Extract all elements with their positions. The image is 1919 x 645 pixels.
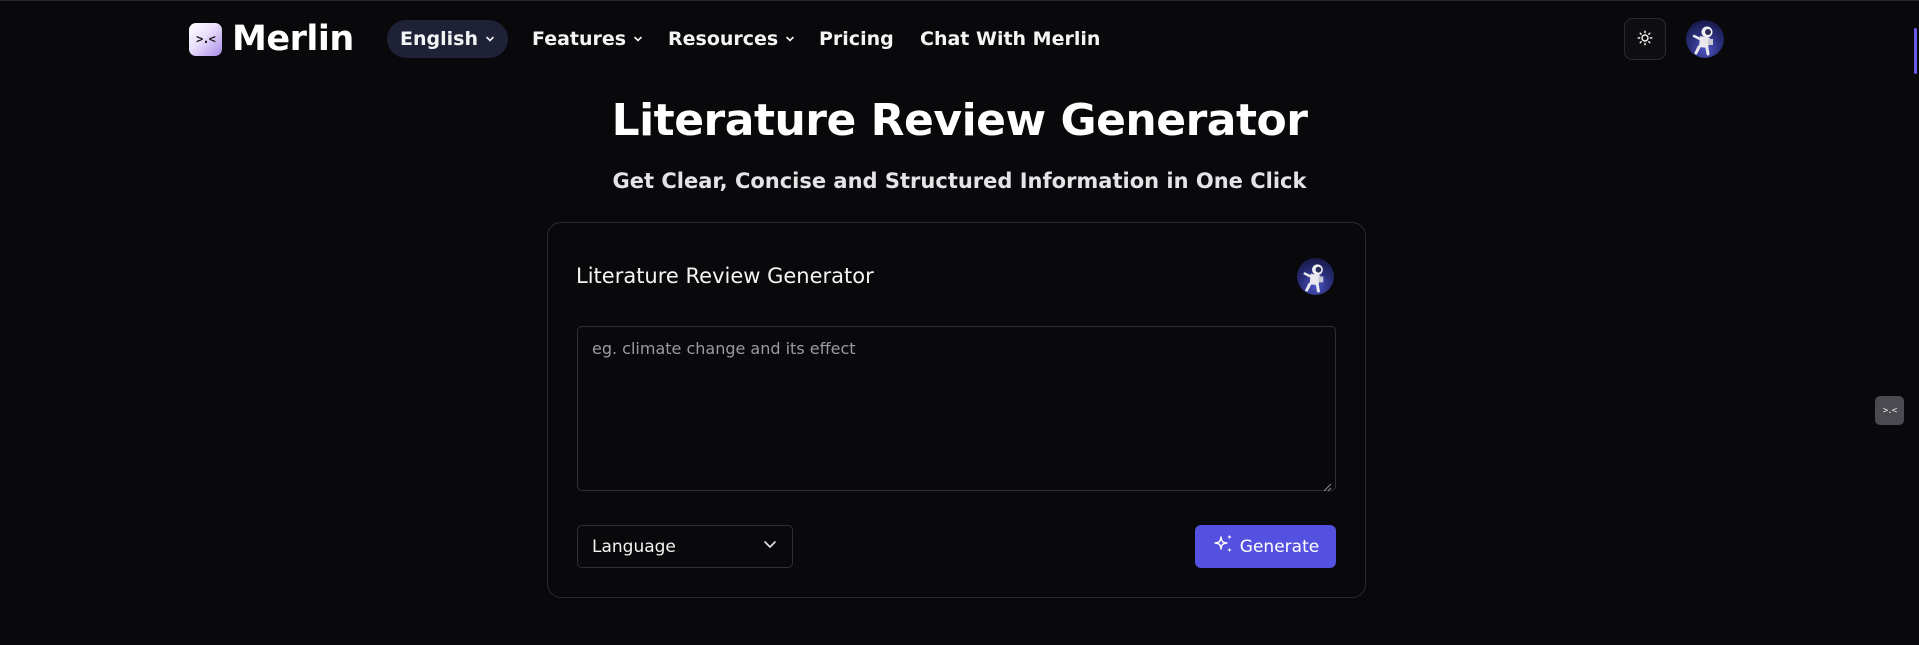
sparkles-icon: [1212, 532, 1236, 561]
language-select[interactable]: Language: [577, 525, 793, 568]
generate-button-label: Generate: [1239, 536, 1320, 557]
astronaut-icon: [1692, 26, 1713, 56]
page-subtitle: Get Clear, Concise and Structured Inform…: [612, 169, 1307, 193]
nav-features[interactable]: Features: [532, 20, 643, 58]
card-avatar: [1297, 258, 1334, 295]
top-navigation: >.< Merlin English Features Resources Pr…: [0, 0, 1919, 78]
page-title: Literature Review Generator: [611, 95, 1308, 146]
nav-resources[interactable]: Resources: [668, 20, 795, 58]
topic-input[interactable]: [577, 326, 1336, 491]
nav-chat-with-merlin[interactable]: Chat With Merlin: [920, 20, 1100, 58]
merlin-side-icon: >.<: [1882, 405, 1897, 416]
resize-handle-icon[interactable]: [1322, 477, 1332, 492]
chevron-down-icon: [633, 34, 643, 44]
merlin-logo-icon: >.<: [189, 22, 222, 56]
chevron-down-icon: [785, 34, 795, 44]
merlin-extension-button[interactable]: >.<: [1875, 396, 1904, 425]
user-avatar[interactable]: [1686, 20, 1724, 58]
card-title: Literature Review Generator: [576, 264, 874, 288]
merlin-logo-link[interactable]: >.< Merlin: [189, 19, 354, 59]
language-select-value: Language: [592, 536, 676, 557]
nav-features-label: Features: [532, 28, 627, 50]
theme-toggle-button[interactable]: [1624, 18, 1666, 60]
astronaut-icon: [1303, 264, 1324, 293]
language-switcher-label: English: [400, 28, 478, 50]
nav-pricing[interactable]: Pricing: [819, 20, 894, 58]
language-switcher[interactable]: English: [387, 20, 508, 58]
chevron-down-icon: [762, 536, 778, 557]
generate-button[interactable]: Generate: [1195, 525, 1336, 568]
scrollbar-thumb[interactable]: [1914, 28, 1917, 74]
brand-name: Merlin: [232, 19, 354, 59]
nav-resources-label: Resources: [668, 28, 779, 50]
chevron-down-icon: [485, 34, 495, 44]
sun-icon: [1637, 30, 1653, 49]
